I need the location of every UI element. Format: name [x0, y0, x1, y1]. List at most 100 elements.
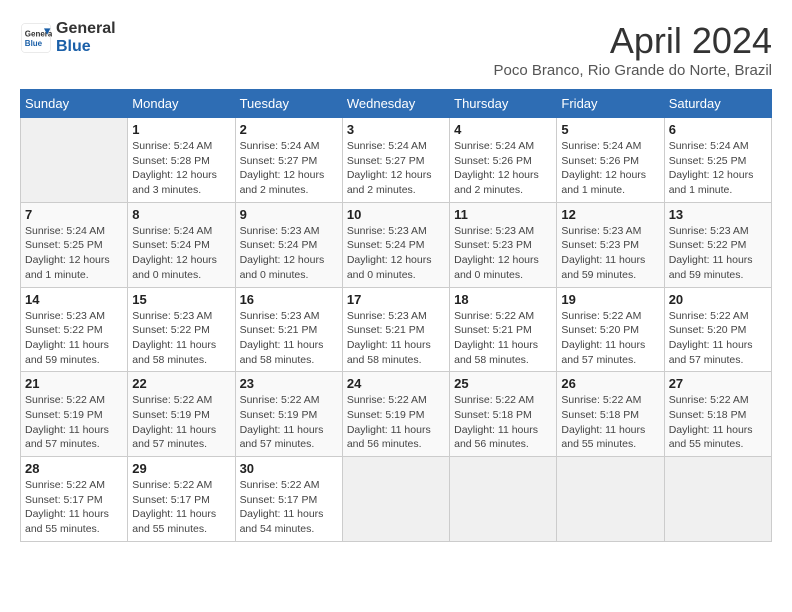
day-number: 4: [454, 122, 552, 137]
title-section: April 2024 Poco Branco, Rio Grande do No…: [494, 20, 772, 79]
weekday-header-sunday: Sunday: [21, 90, 128, 118]
day-info: Sunrise: 5:22 AM Sunset: 5:19 PM Dayligh…: [240, 393, 338, 452]
page-header: General Blue General Blue April 2024 Poc…: [20, 20, 772, 79]
day-info: Sunrise: 5:24 AM Sunset: 5:24 PM Dayligh…: [132, 224, 230, 283]
calendar-cell: 2 Sunrise: 5:24 AM Sunset: 5:27 PM Daylig…: [235, 118, 342, 203]
day-number: 12: [561, 207, 659, 222]
logo: General Blue General Blue: [20, 20, 116, 55]
day-info: Sunrise: 5:24 AM Sunset: 5:26 PM Dayligh…: [561, 139, 659, 198]
weekday-header-friday: Friday: [557, 90, 664, 118]
day-number: 18: [454, 292, 552, 307]
day-number: 8: [132, 207, 230, 222]
day-number: 20: [669, 292, 767, 307]
weekday-header-tuesday: Tuesday: [235, 90, 342, 118]
day-info: Sunrise: 5:23 AM Sunset: 5:24 PM Dayligh…: [347, 224, 445, 283]
weekday-header-saturday: Saturday: [664, 90, 771, 118]
calendar-cell: 30 Sunrise: 5:22 AM Sunset: 5:17 PM Dayli…: [235, 457, 342, 542]
calendar-week-5: 28 Sunrise: 5:22 AM Sunset: 5:17 PM Dayli…: [21, 457, 772, 542]
calendar-cell: 27Sunrise: 5:22 AM Sunset: 5:18 PM Dayli…: [664, 372, 771, 457]
calendar-cell: 16 Sunrise: 5:23 AM Sunset: 5:21 PM Dayli…: [235, 287, 342, 372]
weekday-header-row: SundayMondayTuesdayWednesdayThursdayFrid…: [21, 90, 772, 118]
day-number: 9: [240, 207, 338, 222]
calendar-week-2: 7 Sunrise: 5:24 AM Sunset: 5:25 PM Daylig…: [21, 202, 772, 287]
day-number: 23: [240, 376, 338, 391]
calendar-cell: 18 Sunrise: 5:22 AM Sunset: 5:21 PM Dayli…: [450, 287, 557, 372]
day-info: Sunrise: 5:22 AM Sunset: 5:18 PM Dayligh…: [561, 393, 659, 452]
day-number: 30: [240, 461, 338, 476]
day-number: 16: [240, 292, 338, 307]
logo-blue: Blue: [56, 38, 116, 56]
day-info: Sunrise: 5:22 AM Sunset: 5:19 PM Dayligh…: [25, 393, 123, 452]
day-info: Sunrise: 5:23 AM Sunset: 5:24 PM Dayligh…: [240, 224, 338, 283]
calendar-week-1: 1 Sunrise: 5:24 AM Sunset: 5:28 PM Daylig…: [21, 118, 772, 203]
svg-text:Blue: Blue: [25, 39, 43, 48]
calendar-cell: [342, 457, 449, 542]
weekday-header-wednesday: Wednesday: [342, 90, 449, 118]
calendar-cell: [664, 457, 771, 542]
day-number: 7: [25, 207, 123, 222]
month-title: April 2024: [494, 20, 772, 62]
weekday-header-thursday: Thursday: [450, 90, 557, 118]
calendar-week-4: 21 Sunrise: 5:22 AM Sunset: 5:19 PM Dayli…: [21, 372, 772, 457]
day-info: Sunrise: 5:22 AM Sunset: 5:21 PM Dayligh…: [454, 309, 552, 368]
calendar-cell: 13 Sunrise: 5:23 AM Sunset: 5:22 PM Dayli…: [664, 202, 771, 287]
day-number: 15: [132, 292, 230, 307]
calendar-cell: 10 Sunrise: 5:23 AM Sunset: 5:24 PM Dayli…: [342, 202, 449, 287]
day-info: Sunrise: 5:23 AM Sunset: 5:22 PM Dayligh…: [669, 224, 767, 283]
weekday-header-monday: Monday: [128, 90, 235, 118]
calendar-cell: 3 Sunrise: 5:24 AM Sunset: 5:27 PM Daylig…: [342, 118, 449, 203]
day-info: Sunrise: 5:24 AM Sunset: 5:27 PM Dayligh…: [240, 139, 338, 198]
day-info: Sunrise: 5:22 AM Sunset: 5:18 PM Dayligh…: [454, 393, 552, 452]
day-number: 27: [669, 376, 767, 391]
calendar-cell: 25 Sunrise: 5:22 AM Sunset: 5:18 PM Dayli…: [450, 372, 557, 457]
calendar-cell: 19 Sunrise: 5:22 AM Sunset: 5:20 PM Dayli…: [557, 287, 664, 372]
day-info: Sunrise: 5:24 AM Sunset: 5:25 PM Dayligh…: [669, 139, 767, 198]
day-number: 22: [132, 376, 230, 391]
day-info: Sunrise: 5:24 AM Sunset: 5:25 PM Dayligh…: [25, 224, 123, 283]
day-number: 17: [347, 292, 445, 307]
calendar-week-3: 14 Sunrise: 5:23 AM Sunset: 5:22 PM Dayli…: [21, 287, 772, 372]
calendar-cell: 23 Sunrise: 5:22 AM Sunset: 5:19 PM Dayli…: [235, 372, 342, 457]
day-info: Sunrise: 5:23 AM Sunset: 5:22 PM Dayligh…: [25, 309, 123, 368]
day-number: 14: [25, 292, 123, 307]
calendar-cell: 5 Sunrise: 5:24 AM Sunset: 5:26 PM Daylig…: [557, 118, 664, 203]
day-number: 13: [669, 207, 767, 222]
calendar-cell: [450, 457, 557, 542]
day-info: Sunrise: 5:24 AM Sunset: 5:28 PM Dayligh…: [132, 139, 230, 198]
calendar-cell: 24Sunrise: 5:22 AM Sunset: 5:19 PM Dayli…: [342, 372, 449, 457]
calendar-cell: [21, 118, 128, 203]
day-number: 24: [347, 376, 445, 391]
logo-general: General: [56, 20, 116, 38]
day-number: 10: [347, 207, 445, 222]
day-number: 2: [240, 122, 338, 137]
calendar-cell: 26Sunrise: 5:22 AM Sunset: 5:18 PM Dayli…: [557, 372, 664, 457]
day-number: 28: [25, 461, 123, 476]
day-number: 5: [561, 122, 659, 137]
day-info: Sunrise: 5:22 AM Sunset: 5:20 PM Dayligh…: [561, 309, 659, 368]
day-info: Sunrise: 5:22 AM Sunset: 5:17 PM Dayligh…: [240, 478, 338, 537]
day-number: 19: [561, 292, 659, 307]
day-number: 21: [25, 376, 123, 391]
calendar-cell: 7 Sunrise: 5:24 AM Sunset: 5:25 PM Daylig…: [21, 202, 128, 287]
calendar-cell: 1 Sunrise: 5:24 AM Sunset: 5:28 PM Daylig…: [128, 118, 235, 203]
calendar-cell: 11Sunrise: 5:23 AM Sunset: 5:23 PM Dayli…: [450, 202, 557, 287]
calendar-table: SundayMondayTuesdayWednesdayThursdayFrid…: [20, 89, 772, 542]
day-number: 3: [347, 122, 445, 137]
day-info: Sunrise: 5:24 AM Sunset: 5:27 PM Dayligh…: [347, 139, 445, 198]
calendar-cell: 4Sunrise: 5:24 AM Sunset: 5:26 PM Daylig…: [450, 118, 557, 203]
calendar-cell: 21 Sunrise: 5:22 AM Sunset: 5:19 PM Dayli…: [21, 372, 128, 457]
day-number: 25: [454, 376, 552, 391]
calendar-cell: 29Sunrise: 5:22 AM Sunset: 5:17 PM Dayli…: [128, 457, 235, 542]
calendar-cell: 8 Sunrise: 5:24 AM Sunset: 5:24 PM Daylig…: [128, 202, 235, 287]
calendar-cell: 12Sunrise: 5:23 AM Sunset: 5:23 PM Dayli…: [557, 202, 664, 287]
calendar-cell: 14 Sunrise: 5:23 AM Sunset: 5:22 PM Dayli…: [21, 287, 128, 372]
day-info: Sunrise: 5:23 AM Sunset: 5:21 PM Dayligh…: [240, 309, 338, 368]
day-number: 1: [132, 122, 230, 137]
day-number: 6: [669, 122, 767, 137]
logo-icon: General Blue: [20, 22, 52, 54]
day-info: Sunrise: 5:23 AM Sunset: 5:22 PM Dayligh…: [132, 309, 230, 368]
day-info: Sunrise: 5:23 AM Sunset: 5:21 PM Dayligh…: [347, 309, 445, 368]
day-info: Sunrise: 5:23 AM Sunset: 5:23 PM Dayligh…: [454, 224, 552, 283]
calendar-cell: 28Sunrise: 5:22 AM Sunset: 5:17 PM Dayli…: [21, 457, 128, 542]
calendar-cell: 17 Sunrise: 5:23 AM Sunset: 5:21 PM Dayli…: [342, 287, 449, 372]
